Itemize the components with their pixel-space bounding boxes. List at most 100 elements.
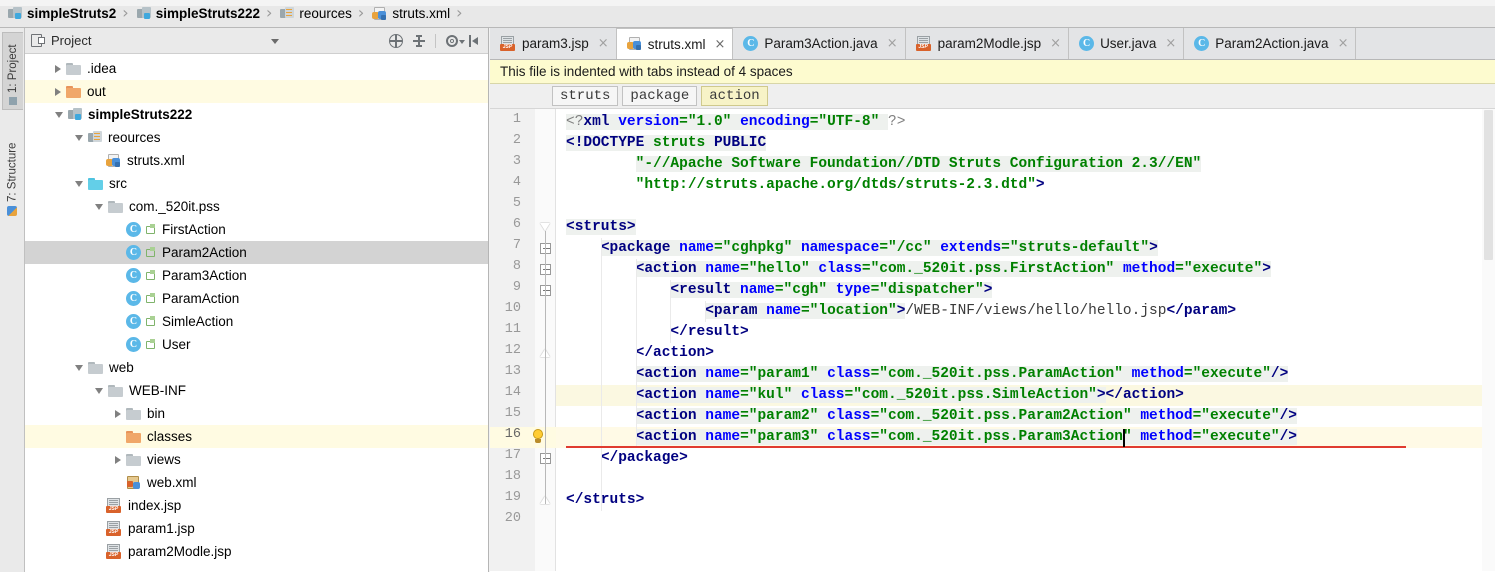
code-line-17[interactable]: </package> <box>556 448 1495 469</box>
collapse-all-icon[interactable] <box>389 34 403 48</box>
tree-item-paramaction[interactable]: C ParamAction <box>25 287 488 310</box>
tree-item-user[interactable]: C User <box>25 333 488 356</box>
tree-item-simleaction[interactable]: C SimleAction <box>25 310 488 333</box>
scrollbar-thumb[interactable] <box>1484 110 1493 260</box>
code-line-4[interactable]: "http://struts.apache.org/dtds/struts-2.… <box>556 175 1495 196</box>
breadcrumb-label: simpleStruts2 <box>27 6 117 21</box>
chevron-right-icon[interactable] <box>115 455 121 464</box>
tree-item-web-inf[interactable]: WEB-INF <box>25 379 488 402</box>
folder-gray-icon <box>126 407 141 420</box>
close-icon[interactable]: × <box>598 36 609 51</box>
code-editor[interactable]: 1 2 3 4 5 6 7 8 9 10 11 12 13 14 15 16 17 18 19 20 <?xml ve… <box>490 109 1495 571</box>
tool-tab-label: 1: Project <box>7 44 19 93</box>
code-line-12[interactable]: </action> <box>556 343 1495 364</box>
tree-item-label: views <box>147 452 181 467</box>
chevron-down-icon[interactable] <box>55 111 63 118</box>
tool-tab-structure[interactable]: 7: Structure <box>2 124 23 220</box>
code-line-10[interactable]: <param name="location">/WEB-INF/views/he… <box>556 301 1495 322</box>
xml-breadcrumb-package[interactable]: package <box>622 86 698 106</box>
code-line-20[interactable] <box>556 511 1495 532</box>
tree-item-reources[interactable]: reources <box>25 126 488 149</box>
code-line-2[interactable]: <!DOCTYPE struts PUBLIC <box>556 133 1495 154</box>
editor-tab-param3-jsp[interactable]: JSP param3.jsp × <box>490 28 617 59</box>
tree-item-bin[interactable]: bin <box>25 402 488 425</box>
chevron-down-icon[interactable] <box>75 180 83 187</box>
line-number: 14 <box>504 385 521 400</box>
editor-notification-banner: This file is indented with tabs instead … <box>490 60 1495 84</box>
tool-tab-project[interactable]: 1: Project <box>2 32 23 110</box>
tree-item-web-xml[interactable]: web.xml <box>25 471 488 494</box>
tree-item-out[interactable]: out <box>25 80 488 103</box>
xml-file-icon <box>372 6 387 21</box>
tree-item-firstaction[interactable]: C FirstAction <box>25 218 488 241</box>
tree-item-label: struts.xml <box>127 153 185 168</box>
code-line-16[interactable]: <action name="param3" class="com._520it.… <box>556 427 1495 448</box>
editor-tab-struts-xml[interactable]: struts.xml × <box>616 28 734 59</box>
code-line-5[interactable] <box>556 196 1495 217</box>
breadcrumb-item-file[interactable]: struts.xml <box>364 0 456 28</box>
editor-tab-user-java[interactable]: C User.java × <box>1069 28 1185 59</box>
tree-item-web[interactable]: web <box>25 356 488 379</box>
chevron-right-icon[interactable] <box>55 87 61 96</box>
xml-node-breadcrumbs[interactable]: struts package action <box>490 84 1495 109</box>
chevron-down-icon[interactable] <box>95 203 103 210</box>
xml-breadcrumb-action[interactable]: action <box>701 86 768 106</box>
chevron-right-icon[interactable] <box>115 409 121 418</box>
chevron-down-icon[interactable] <box>271 39 279 44</box>
breadcrumb-item-project[interactable]: simpleStruts2 <box>0 0 122 28</box>
tree-item-views[interactable]: views <box>25 448 488 471</box>
editor-tab-param2action-java[interactable]: C Param2Action.java × <box>1184 28 1357 59</box>
close-icon[interactable]: × <box>887 36 898 51</box>
code-line-8[interactable]: <action name="hello" class="com._520it.p… <box>556 259 1495 280</box>
java-class-icon: C <box>126 314 141 329</box>
folder-gray-icon <box>108 384 123 397</box>
code-line-19[interactable]: </struts> <box>556 490 1495 511</box>
code-line-15[interactable]: <action name="param2" class="com._520it.… <box>556 406 1495 427</box>
chevron-down-icon[interactable] <box>75 364 83 371</box>
code-line-18[interactable] <box>556 469 1495 490</box>
tree-item--idea[interactable]: .idea <box>25 57 488 80</box>
tree-item-param1-jsp[interactable]: JSP param1.jsp <box>25 517 488 540</box>
line-number: 15 <box>504 406 521 421</box>
close-icon[interactable]: × <box>1165 36 1176 51</box>
tree-item-param3action[interactable]: C Param3Action <box>25 264 488 287</box>
close-icon[interactable]: × <box>1338 36 1349 51</box>
tree-item-classes[interactable]: classes <box>25 425 488 448</box>
expand-all-icon[interactable] <box>412 34 426 48</box>
editor-tab-param3action-java[interactable]: C Param3Action.java × <box>733 28 906 59</box>
project-tree[interactable]: .idea out simpleStruts222 reources struts.xm… <box>25 54 488 572</box>
tree-item-param2action[interactable]: C Param2Action <box>25 241 488 264</box>
hide-panel-icon[interactable] <box>468 34 482 48</box>
code-line-1[interactable]: <?xml version="1.0" encoding="UTF-8" ?> <box>556 112 1495 133</box>
tree-item-struts-xml[interactable]: struts.xml <box>25 149 488 172</box>
tree-item-com-520it-pss[interactable]: com._520it.pss <box>25 195 488 218</box>
code-line-14[interactable]: <action name="kul" class="com._520it.pss… <box>556 385 1495 406</box>
editor-vertical-scrollbar[interactable] <box>1482 109 1495 571</box>
code-line-3[interactable]: "-//Apache Software Foundation//DTD Stru… <box>556 154 1495 175</box>
code-text-area[interactable]: <?xml version="1.0" encoding="UTF-8" ?> <… <box>556 109 1495 571</box>
tree-item-index-jsp[interactable]: JSP index.jsp <box>25 494 488 517</box>
editor-tab-bar[interactable]: JSP param3.jsp × struts.xml × C Param3Action.j… <box>490 28 1495 60</box>
editor-tab-param2modle-jsp[interactable]: JSP param2Modle.jsp × <box>905 28 1070 59</box>
chevron-down-icon[interactable] <box>75 134 83 141</box>
line-number: 13 <box>504 364 521 379</box>
code-line-11[interactable]: </result> <box>556 322 1495 343</box>
code-line-13[interactable]: <action name="param1" class="com._520it.… <box>556 364 1495 385</box>
tree-item-src[interactable]: src <box>25 172 488 195</box>
close-icon[interactable]: × <box>714 37 725 52</box>
intention-bulb-icon[interactable] <box>530 429 546 445</box>
code-line-7[interactable]: <package name="cghpkg" namespace="/cc" e… <box>556 238 1495 259</box>
code-line-9[interactable]: <result name="cgh" type="dispatcher"> <box>556 280 1495 301</box>
settings-gear-icon[interactable] <box>445 34 465 48</box>
close-icon[interactable]: × <box>1050 36 1061 51</box>
breadcrumb-item-resources[interactable]: reources <box>272 0 358 28</box>
chevron-right-icon[interactable] <box>55 64 61 73</box>
code-line-6[interactable]: <struts> <box>556 217 1495 238</box>
tree-item-simplestruts222[interactable]: simpleStruts222 <box>25 103 488 126</box>
tree-item-param2modle-jsp[interactable]: JSP param2Modle.jsp <box>25 540 488 563</box>
editor-gutter[interactable]: 1 2 3 4 5 6 7 8 9 10 11 12 13 14 15 16 17 18 19 20 <box>490 109 556 571</box>
breadcrumb-item-module[interactable]: simpleStruts222 <box>129 0 266 28</box>
chevron-down-icon[interactable] <box>95 387 103 394</box>
jsp-file-icon: JSP <box>915 36 932 51</box>
xml-breadcrumb-struts[interactable]: struts <box>552 86 619 106</box>
